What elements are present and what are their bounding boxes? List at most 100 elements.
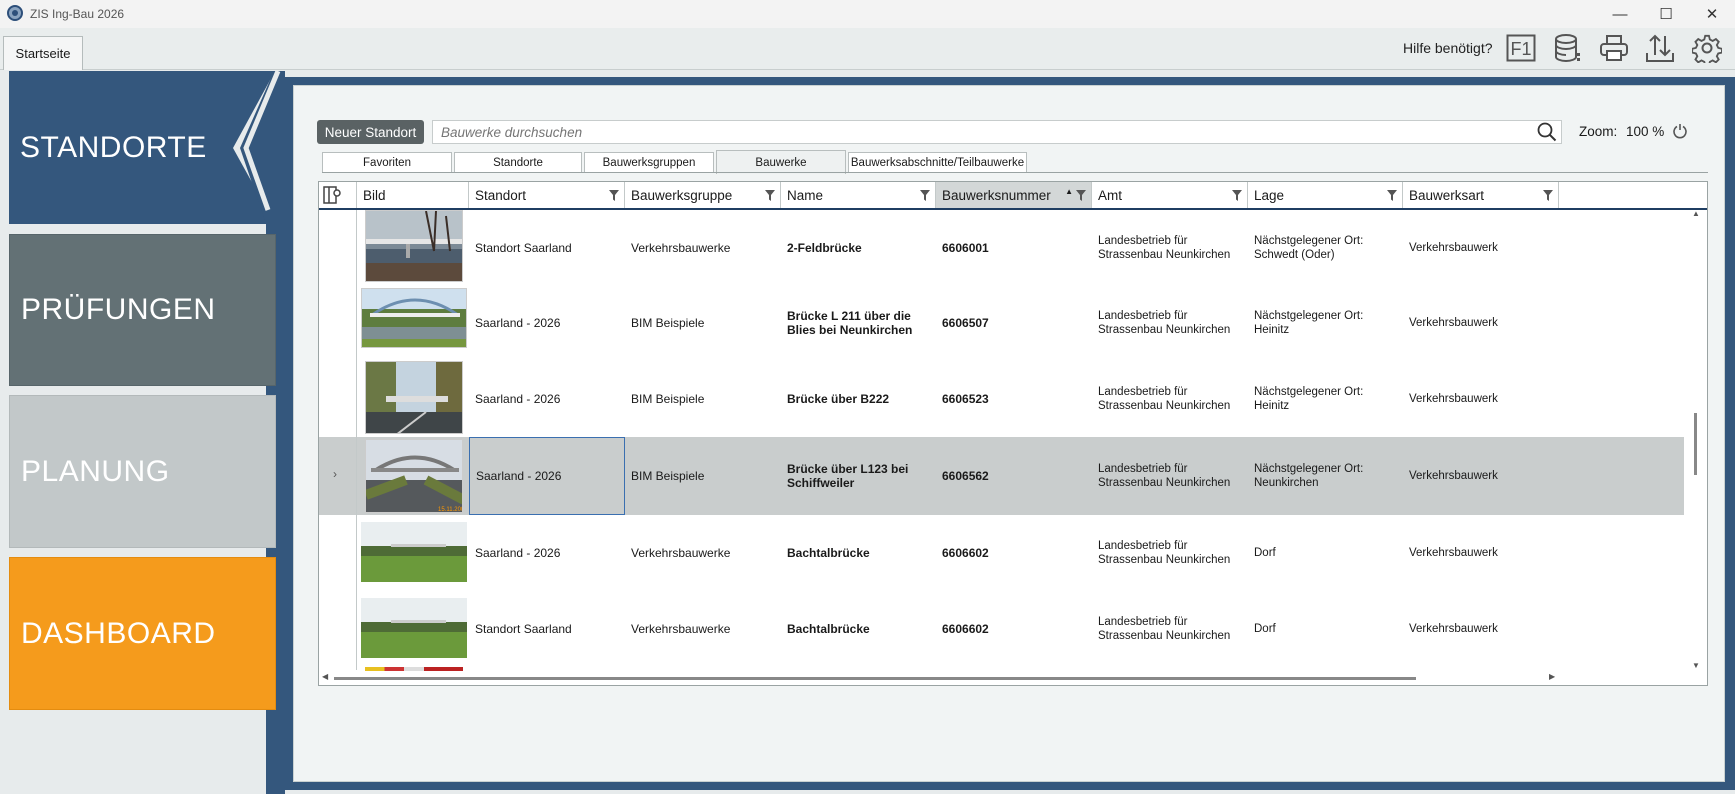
row-expand-icon[interactable]: ›: [333, 467, 337, 481]
tab-bauwerke[interactable]: Bauwerke: [716, 150, 846, 174]
printer-icon[interactable]: [1597, 31, 1631, 65]
tab-bauwerksgruppen[interactable]: Bauwerksgruppen: [584, 152, 714, 173]
table-row[interactable]: Standort Saarland Verkehrsbauwerke 2-Fel…: [319, 210, 1684, 285]
upload-download-icon[interactable]: [1643, 31, 1677, 65]
cell-lage: Dorf: [1254, 623, 1276, 635]
filter-icon[interactable]: [609, 190, 619, 201]
cell-bauwerksnummer: 6606602: [942, 546, 989, 560]
vertical-scrollbar[interactable]: ▲ ▼: [1686, 209, 1707, 685]
header-label: Lage: [1254, 187, 1285, 203]
filter-icon[interactable]: [1387, 190, 1397, 201]
close-button[interactable]: ✕: [1689, 2, 1735, 26]
header-standort[interactable]: Standort: [469, 182, 625, 208]
cell-amt: Landesbetrieb für Strassenbau Neunkirche…: [1098, 386, 1231, 412]
f1-help-icon[interactable]: F1: [1504, 31, 1538, 65]
database-icon[interactable]: [1551, 31, 1585, 65]
vertical-scroll-thumb[interactable]: [1694, 413, 1697, 475]
scroll-up-icon[interactable]: ▲: [1692, 209, 1700, 218]
sort-ascending-icon: ▲: [1065, 187, 1073, 196]
header-label: Bauwerksnummer: [942, 187, 1051, 203]
cell-bauwerksgruppe: BIM Beispiele: [631, 469, 705, 483]
cell-standort: Saarland - 2026: [475, 316, 561, 330]
scroll-right-icon[interactable]: ▶: [1549, 672, 1555, 681]
column-settings-icon[interactable]: [323, 186, 341, 204]
maximize-button[interactable]: ☐: [1643, 2, 1689, 26]
bridge-photo: [361, 522, 467, 582]
header-bauwerksart[interactable]: Bauwerksart: [1403, 182, 1559, 208]
cell-bauwerksgruppe: BIM Beispiele: [631, 392, 705, 406]
cell-amt: Landesbetrieb für Strassenbau Neunkirche…: [1098, 234, 1231, 261]
top-toolbar: Startseite Hilfe benötigt? F1: [0, 28, 1735, 70]
filter-icon[interactable]: [1232, 190, 1242, 201]
cell-bauwerksnummer: 6606562: [942, 469, 989, 483]
filter-icon[interactable]: [765, 190, 775, 201]
filter-icon[interactable]: [1543, 190, 1553, 201]
header-lage[interactable]: Lage: [1248, 182, 1403, 208]
header-label: Name: [787, 187, 824, 203]
subtab-divider: [322, 172, 1708, 173]
table-row[interactable]: Standort Saarland Verkehrsbauwerke Bacht…: [319, 591, 1684, 667]
horizontal-scroll-thumb[interactable]: [334, 677, 1416, 680]
search-box: [432, 120, 1562, 144]
main-content: Neuer Standort Zoom: 100 % Favoriten Sta…: [293, 85, 1725, 782]
bridge-photo: [361, 288, 467, 348]
nav-item-planung[interactable]: PLANUNG: [9, 395, 276, 548]
tab-startseite[interactable]: Startseite: [3, 36, 83, 70]
table-row[interactable]: Saarland - 2026 BIM Beispiele Brücke L 2…: [319, 285, 1684, 361]
filter-icon[interactable]: [1076, 190, 1086, 201]
cell-bauwerksgruppe: BIM Beispiele: [631, 316, 705, 330]
new-location-button[interactable]: Neuer Standort: [317, 120, 424, 144]
filter-icon[interactable]: [920, 190, 930, 201]
horizontal-scrollbar[interactable]: ◀ ▶: [319, 671, 1684, 685]
cell-name: Brücke über B222: [787, 392, 890, 406]
table-row-selected[interactable]: › 15.11.2006 Saarland - 2026 BIM Beispie…: [319, 437, 1684, 515]
cell-amt: Landesbetrieb für Strassenbau Neunkirche…: [1098, 463, 1231, 489]
cell-bauwerksnummer: 6606523: [942, 392, 989, 406]
cell-bauwerksgruppe: Verkehrsbauwerke: [631, 622, 731, 636]
zoom-label: Zoom:: [1579, 124, 1618, 139]
nav-item-dashboard[interactable]: DASHBOARD: [9, 557, 276, 710]
f1-label: F1: [1510, 39, 1531, 59]
cell-standort[interactable]: Saarland - 2026: [469, 437, 625, 515]
tab-bauwerksabschnitte[interactable]: Bauwerksabschnitte/Teilbauwerke: [848, 152, 1027, 173]
cell-name: Brücke über L123 bei Schiffweiler: [787, 462, 909, 490]
cell-bauwerksnummer: 6606602: [942, 622, 989, 636]
table-row[interactable]: Saarland - 2026 Verkehrsbauwerke Bachtal…: [319, 515, 1684, 591]
table-row[interactable]: Saarland - 2026 BIM Beispiele Brücke übe…: [319, 361, 1684, 437]
cell-standort: Standort Saarland: [475, 622, 572, 636]
header-bauwerksgruppe[interactable]: Bauwerksgruppe: [625, 182, 781, 208]
nav-item-standorte[interactable]: STANDORTE: [9, 71, 276, 224]
zoom-value: 100 %: [1626, 124, 1665, 139]
gear-icon[interactable]: [1690, 31, 1724, 65]
nav-item-pruefungen[interactable]: PRÜFUNGEN: [9, 234, 276, 386]
header-bild[interactable]: Bild: [357, 182, 469, 208]
scroll-down-icon[interactable]: ▼: [1692, 661, 1700, 670]
tab-favoriten[interactable]: Favoriten: [322, 152, 452, 173]
cell-bauwerksgruppe: Verkehrsbauwerke: [631, 546, 731, 560]
bridge-photo: [365, 361, 463, 434]
svg-text:15.11.2006: 15.11.2006: [438, 507, 463, 513]
column-chooser[interactable]: [319, 182, 357, 208]
nav-label-pruefungen: PRÜFUNGEN: [21, 293, 216, 326]
header-name[interactable]: Name: [781, 182, 936, 208]
header-label: Bild: [363, 187, 386, 203]
nav-label-planung: PLANUNG: [21, 454, 170, 488]
cell-lage: Nächstgelegener Ort: Schwedt (Oder): [1254, 234, 1364, 261]
header-amt[interactable]: Amt: [1092, 182, 1248, 208]
header-bauwerksnummer[interactable]: Bauwerksnummer ▲: [936, 182, 1092, 208]
help-text: Hilfe benötigt?: [1403, 40, 1493, 56]
search-icon[interactable]: [1537, 122, 1557, 142]
cell-bauwerksart: Verkehrsbauwerk: [1409, 623, 1498, 635]
search-input[interactable]: [433, 121, 1523, 143]
left-navigation: STANDORTE PRÜFUNGEN PLANUNG DASHBOARD: [0, 70, 285, 794]
zoom-reset-icon[interactable]: [1672, 123, 1688, 139]
cell-standort: Saarland - 2026: [475, 546, 561, 560]
cell-lage: Nächstgelegener Ort: Heinitz: [1254, 310, 1364, 336]
title-bar: ZIS Ing-Bau 2026 — ☐ ✕: [0, 0, 1735, 28]
scroll-left-icon[interactable]: ◀: [322, 672, 328, 681]
cell-standort: Saarland - 2026: [475, 392, 561, 406]
cell-standort: Standort Saarland: [475, 240, 572, 255]
cell-bauwerksart: Verkehrsbauwerk: [1409, 393, 1498, 405]
tab-standorte[interactable]: Standorte: [454, 152, 582, 173]
minimize-button[interactable]: —: [1597, 2, 1643, 26]
